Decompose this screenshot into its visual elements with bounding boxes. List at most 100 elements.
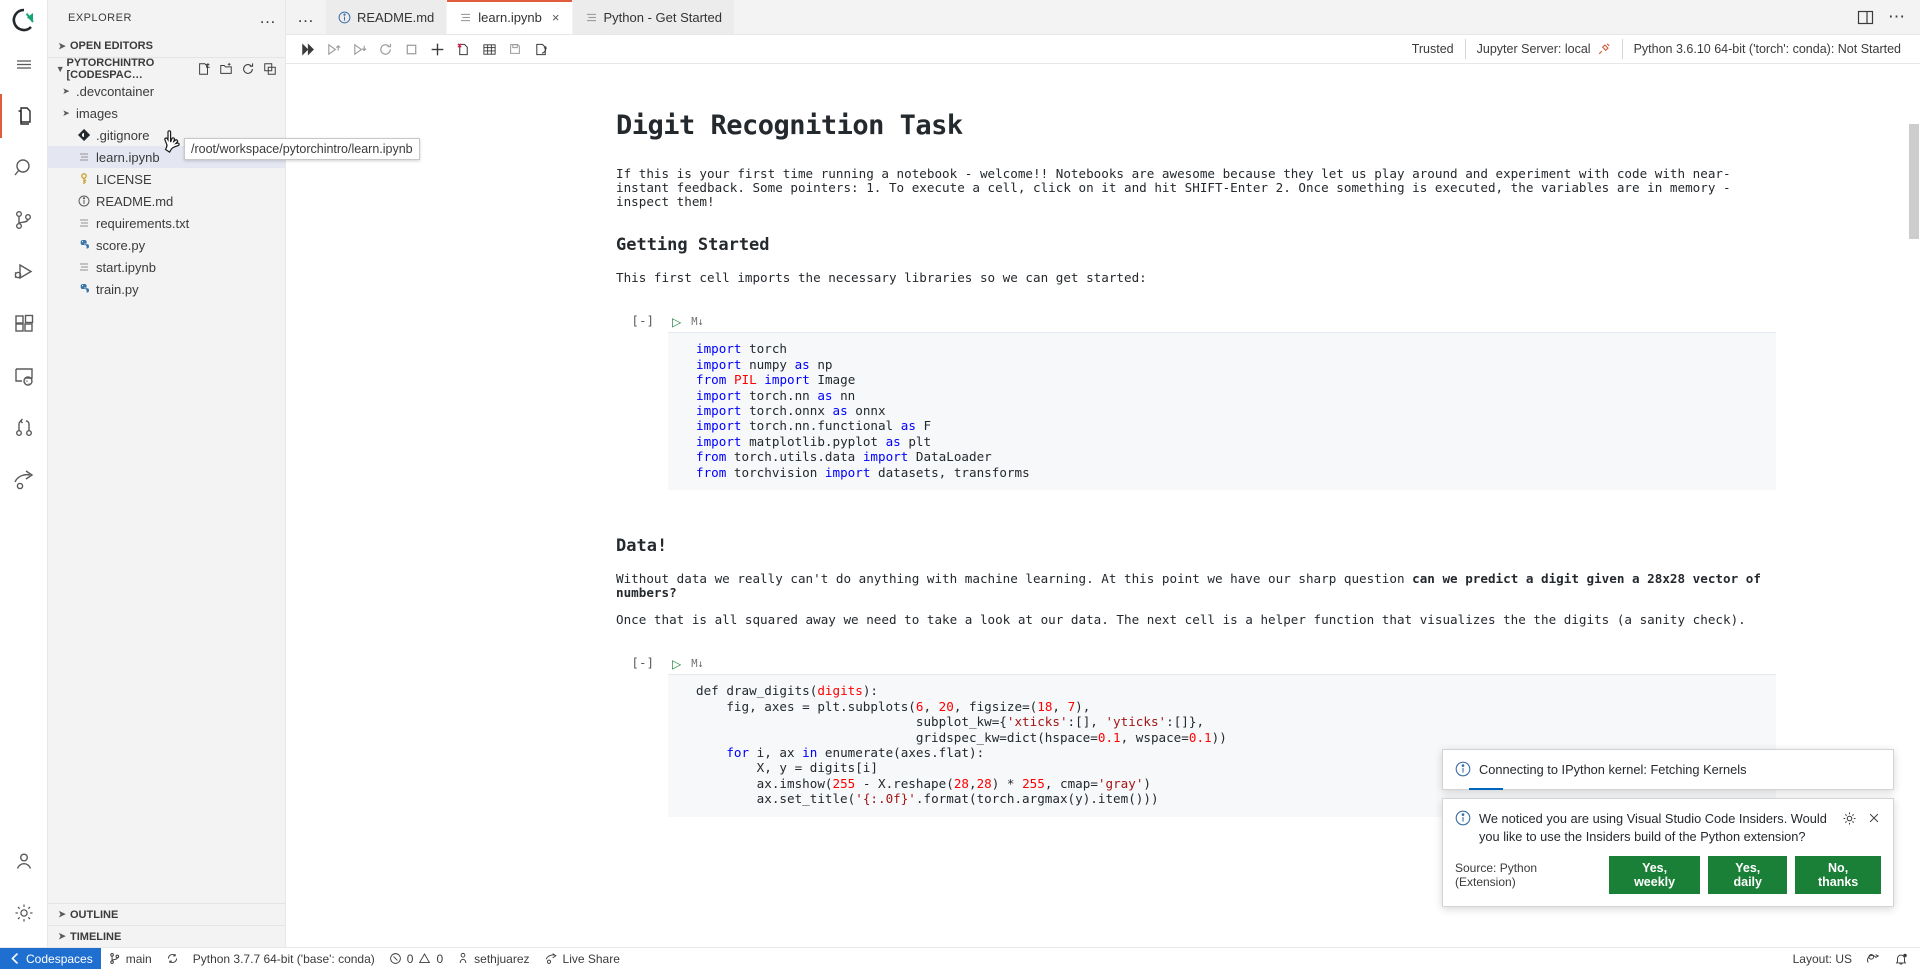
run-below-icon[interactable] (346, 37, 372, 61)
tabs-more-actions[interactable]: … (286, 0, 326, 34)
cell-language-badge[interactable]: M↓ (691, 316, 704, 328)
code-line: import numpy as np (696, 356, 833, 372)
sidebar-item-run-and-debug[interactable] (0, 246, 48, 298)
export-icon[interactable] (528, 37, 554, 61)
run-above-icon[interactable] (320, 37, 346, 61)
more-actions-icon[interactable]: ⋯ (1888, 8, 1906, 25)
close-icon[interactable]: × (552, 10, 560, 25)
file-row-license[interactable]: LICENSE (48, 168, 285, 190)
codespaces-logo-icon (0, 2, 48, 38)
gear-icon[interactable] (0, 887, 48, 939)
menu-icon[interactable] (0, 38, 48, 90)
file-row-requirements[interactable]: requirements.txt (48, 212, 285, 234)
status-account-user[interactable]: sethjuarez (450, 948, 536, 969)
status-git-branch[interactable]: main (101, 948, 159, 969)
restart-icon[interactable] (372, 37, 398, 61)
collapse-all-icon[interactable] (263, 62, 277, 76)
gear-icon[interactable] (1842, 811, 1857, 826)
sidebar-more-actions[interactable]: … (259, 9, 277, 26)
status-remote-codespaces[interactable]: Codespaces (0, 947, 101, 969)
split-editor-icon[interactable] (1857, 9, 1874, 26)
jupyter-server-selector[interactable]: Jupyter Server: local (1464, 39, 1622, 59)
notebook-trusted-status[interactable]: Trusted (1401, 39, 1465, 59)
tab-python-get-started[interactable]: Python - Get Started (572, 0, 736, 34)
info-icon (74, 195, 94, 207)
notebook-scrollbar[interactable] (1906, 64, 1920, 947)
code-line: subplot_kw={'xticks':[], 'yticks':[]}, (696, 714, 1205, 730)
no-thanks-button[interactable]: No, thanks (1795, 856, 1882, 894)
code-editor[interactable]: import torch import numpy as np from PIL… (668, 333, 1776, 491)
file-row-readme[interactable]: README.md (48, 190, 285, 212)
file-row-devcontainer[interactable]: ➤ .devcontainer (48, 80, 285, 102)
code-line: from torch.utils.data import DataLoader (696, 449, 992, 465)
run-cell-play-icon[interactable]: ▷ (672, 658, 681, 670)
new-file-icon[interactable] (197, 62, 211, 76)
code-line: import torch.onnx as onnx (696, 403, 886, 418)
notification-python-insiders: We noticed you are using Visual Studio C… (1442, 797, 1894, 907)
sidebar-item-pull-requests[interactable] (0, 402, 48, 454)
notebook-content: Digit Recognition Task If this is your f… (286, 64, 1920, 817)
save-icon[interactable] (502, 37, 528, 61)
close-icon[interactable] (1867, 811, 1881, 825)
refresh-icon[interactable] (241, 62, 255, 76)
new-folder-icon[interactable] (219, 62, 233, 76)
run-all-icon[interactable] (294, 37, 320, 61)
section-outline[interactable]: ➤ OUTLINE (48, 903, 285, 925)
plus-icon[interactable] (424, 37, 450, 61)
file-name: learn.ipynb (96, 149, 160, 165)
notebook-status-group: Trusted Jupyter Server: local Python 3.6… (1401, 35, 1912, 63)
activity-bar: >_ (0, 0, 48, 947)
kernel-selector[interactable]: Python 3.6.10 64-bit ('torch': conda): N… (1621, 39, 1912, 59)
notebook-icon (74, 151, 94, 163)
status-problems[interactable]: 0 0 (382, 948, 450, 969)
file-row-score-py[interactable]: score.py (48, 234, 285, 256)
kernel-label: Python 3.6.10 64-bit ('torch': conda): N… (1633, 42, 1901, 56)
window-body: >_ EXPLORER … ➤ OPEN EDITORS ▼ PYTORCHIN… (0, 0, 1920, 947)
code-cell-body: ▷ M↓ import torch import numpy as np fro… (668, 311, 1776, 491)
notification-message: Connecting to IPython kernel: Fetching K… (1479, 762, 1747, 778)
branch-icon (108, 952, 121, 965)
status-keyboard-layout[interactable]: Layout: US (1786, 948, 1859, 969)
keyboard-layout-label: Layout: US (1792, 951, 1852, 966)
account-icon[interactable] (0, 835, 48, 887)
sidebar-item-search[interactable] (0, 142, 48, 194)
scrollbar-thumb[interactable] (1909, 124, 1919, 239)
sidebar-item-extensions[interactable] (0, 298, 48, 350)
sidebar-item-remote-explorer[interactable]: >_ (0, 350, 48, 402)
run-cell-play-icon[interactable]: ▷ (672, 316, 681, 328)
markdown-cell-data[interactable]: Data! Without data we really can't do an… (616, 536, 1776, 627)
status-python-interpreter[interactable]: Python 3.7.7 64-bit ('base': conda) (186, 948, 382, 969)
clear-outputs-icon[interactable] (450, 37, 476, 61)
cell-language-badge[interactable]: M↓ (691, 658, 704, 670)
file-row-start-ipynb[interactable]: start.ipynb (48, 256, 285, 278)
file-row-train-py[interactable]: train.py (48, 278, 285, 300)
hand-pointer-cursor (160, 128, 186, 160)
page-title: Digit Recognition Task (616, 110, 963, 141)
stop-square-icon[interactable] (398, 37, 424, 61)
markdown-cell-intro[interactable]: Digit Recognition Task If this is your f… (616, 110, 1776, 285)
yes-weekly-button[interactable]: Yes, weekly (1608, 856, 1701, 894)
section-open-editors[interactable]: ➤ OPEN EDITORS (48, 35, 285, 57)
sidebar-title-bar: EXPLORER … (48, 0, 285, 35)
status-live-share[interactable]: Live Share (537, 948, 627, 969)
sidebar-item-live-share[interactable] (0, 454, 48, 506)
code-cell-imports[interactable]: [-] ▷ M↓ import torch import numpy as np… (616, 311, 1776, 491)
yes-daily-button[interactable]: Yes, daily (1708, 856, 1788, 894)
section-timeline[interactable]: ➤ TIMELINE (48, 925, 285, 947)
file-row-images[interactable]: ➤ images (48, 102, 285, 124)
section-workspace-folder[interactable]: ▼ PYTORCHINTRO [CODESPAC… (48, 57, 285, 81)
tab-readme-md[interactable]: README.md (326, 0, 448, 34)
getting-started-paragraph: This first cell imports the necessary li… (616, 270, 1147, 286)
variables-grid-icon[interactable] (476, 37, 502, 61)
sidebar-item-explorer[interactable] (0, 90, 48, 142)
status-sync-changes[interactable] (159, 948, 186, 969)
file-path-tooltip: /root/workspace/pytorchintro/learn.ipynb (184, 138, 420, 160)
info-circle-icon (1455, 761, 1471, 777)
error-warning-icon (389, 952, 402, 965)
heading-data: Data! (616, 536, 668, 557)
status-feedback[interactable] (1859, 948, 1887, 969)
status-notifications[interactable] (1887, 948, 1920, 969)
tab-learn-ipynb[interactable]: learn.ipynb × (447, 0, 573, 34)
sidebar-item-source-control[interactable] (0, 194, 48, 246)
code-line: from torchvision import datasets, transf… (696, 464, 1030, 480)
